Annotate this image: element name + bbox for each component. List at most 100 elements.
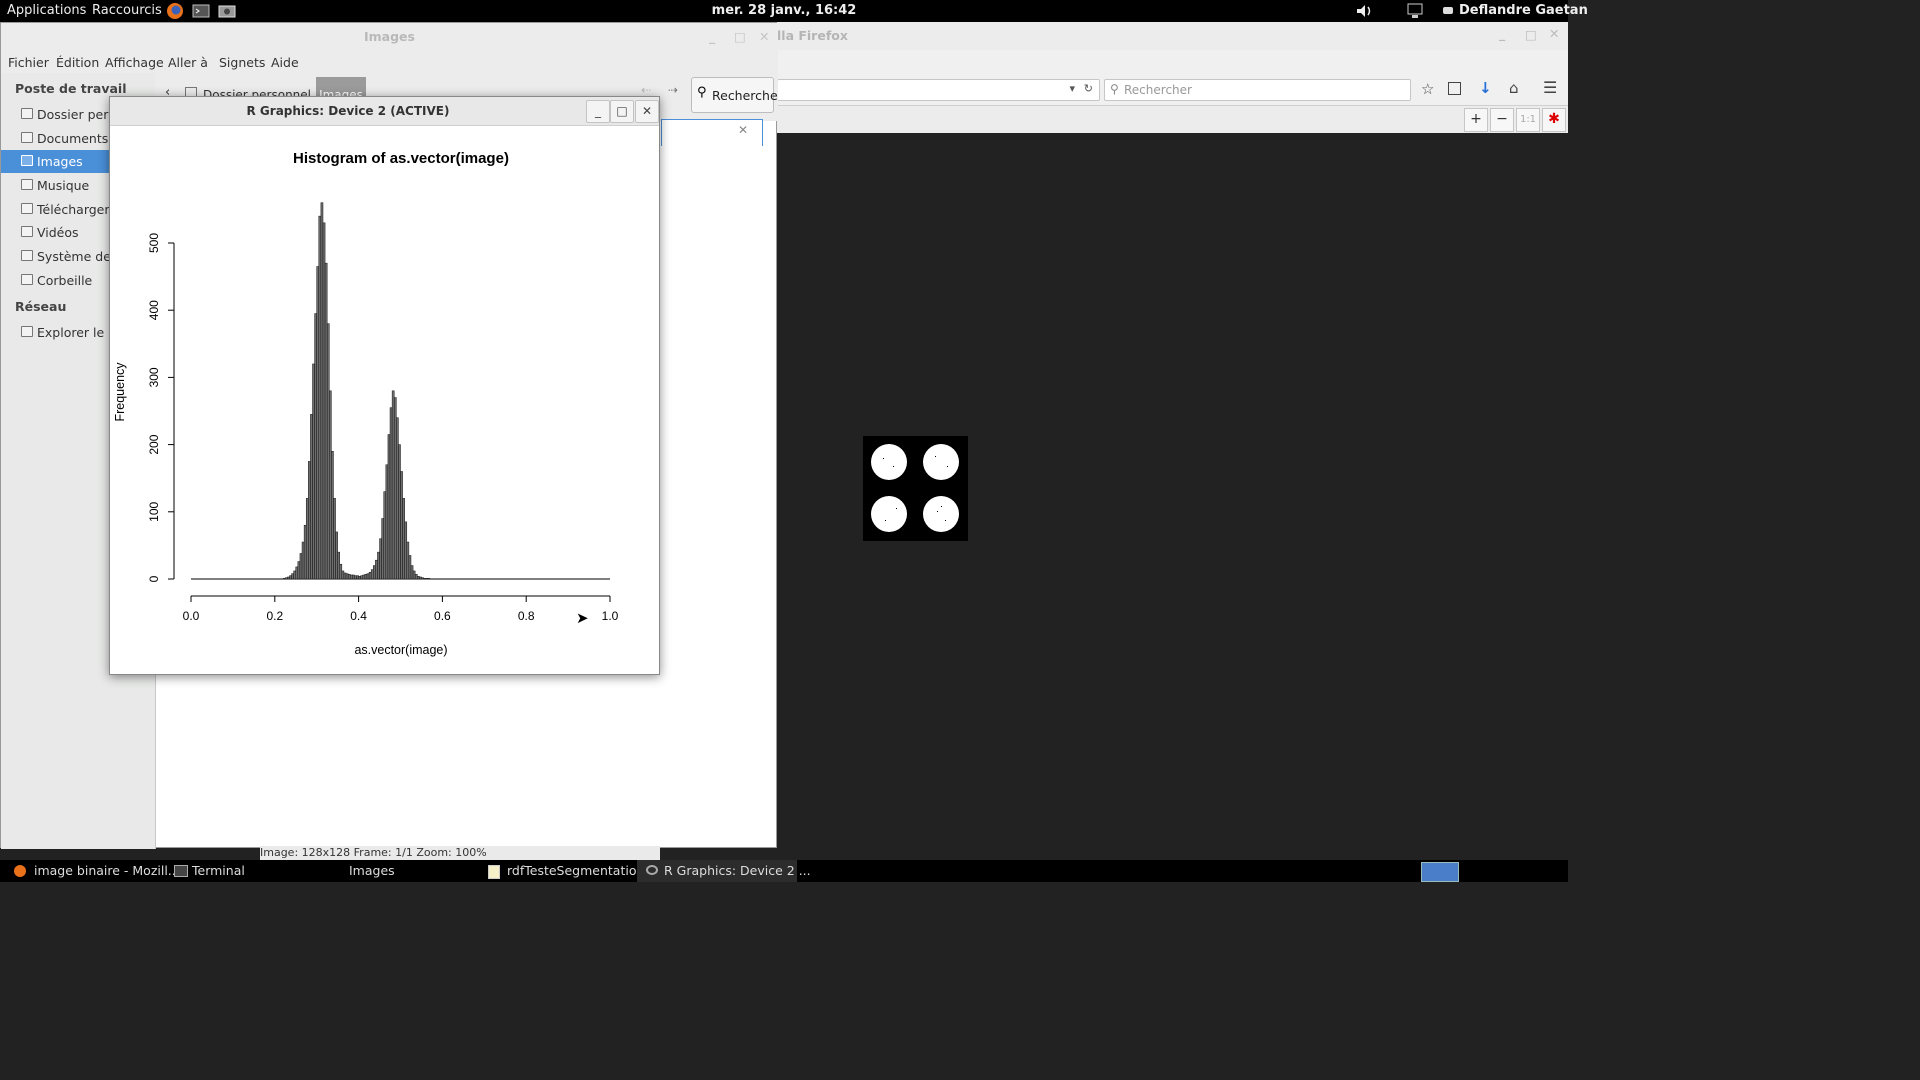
task-label: R Graphics: Device 2 ... — [664, 863, 811, 878]
firefox-title: lla Firefox — [777, 28, 848, 43]
histogram-bar — [335, 531, 338, 580]
home-icon[interactable]: ⌂ — [1509, 79, 1519, 97]
volume-icon[interactable] — [1355, 2, 1373, 20]
r-graphics-window: R Graphics: Device 2 (ACTIVE) _ □ ✕ Hist… — [109, 96, 660, 675]
histogram-bar — [314, 313, 317, 580]
terminal-icon — [174, 865, 188, 877]
sidebar-heading-network: Réseau — [15, 299, 67, 314]
task-r-graphics[interactable]: R Graphics: Device 2 ... — [637, 860, 811, 882]
histogram-bar — [291, 573, 294, 580]
close-tab-icon[interactable]: ✕ — [738, 123, 748, 137]
menu-signets[interactable]: Signets — [219, 55, 265, 70]
chevron-down-icon[interactable]: ▾ — [1069, 82, 1075, 95]
tab-images[interactable]: ✕ — [661, 119, 763, 146]
histogram-bar — [303, 524, 307, 580]
histogram-bar — [331, 451, 334, 580]
close-icon[interactable]: ✕ — [1549, 26, 1559, 41]
histogram-bar — [427, 578, 431, 580]
reading-list-icon[interactable] — [1448, 82, 1461, 95]
histogram-bar — [287, 576, 290, 580]
x-tick-label: 0.4 — [350, 609, 367, 623]
folder-icon — [21, 155, 33, 166]
histogram-bar — [324, 262, 328, 580]
sidebar-item-label: Vidéos — [37, 225, 79, 240]
histogram-bar — [310, 414, 313, 580]
workspace-switcher[interactable] — [1421, 862, 1459, 882]
histogram-bar — [389, 407, 393, 580]
trash-icon — [21, 274, 33, 285]
y-axis-label: Frequency — [113, 362, 127, 422]
histogram-bar — [408, 555, 412, 580]
menu-affichage[interactable]: Affichage — [105, 55, 164, 70]
histogram-bar — [425, 578, 428, 580]
zoom-in-button[interactable]: + — [1464, 108, 1488, 132]
firefox-toolbar: ▾ ↻ ⚲ Rechercher ☆ ↓ ⌂ ☰ — [777, 50, 1568, 106]
minimize-icon[interactable]: _ — [709, 23, 715, 51]
bookmark-star-icon[interactable]: ☆ — [1421, 80, 1434, 98]
sidebar-item-label: Musique — [37, 178, 90, 193]
zoom-out-button[interactable]: − — [1490, 108, 1514, 132]
menu-edition[interactable]: Édition — [56, 55, 99, 70]
sidebar-heading-computer: Poste de travail — [15, 81, 127, 96]
histogram-bar — [396, 417, 399, 580]
mouse-cursor-icon: ➤ — [576, 609, 589, 627]
task-label: image binaire - Mozill... — [34, 863, 180, 878]
menu-aide[interactable]: Aide — [271, 55, 299, 70]
histogram-bar — [301, 541, 305, 580]
histogram-bar — [333, 498, 336, 580]
search-icon: ⚲ — [697, 85, 707, 100]
histogram-bar — [406, 541, 410, 580]
histogram-bar — [358, 576, 361, 580]
sidebar-item-label: Images — [37, 154, 83, 169]
reload-icon[interactable]: ↻ — [1084, 82, 1093, 95]
r-window-titlebar[interactable]: R Graphics: Device 2 (ACTIVE) _ □ ✕ — [110, 97, 659, 126]
task-text-editor[interactable]: rdfTesteSegmentatio... — [479, 860, 648, 882]
chart-title: Histogram of as.vector(image) — [293, 150, 509, 167]
histogram-bar — [326, 323, 330, 580]
search-input[interactable]: ⚲ Rechercher — [1104, 79, 1411, 101]
menu-icon[interactable]: ☰ — [1543, 78, 1557, 97]
y-tick-label: 100 — [147, 501, 161, 521]
zoom-reset-button[interactable]: 1:1 — [1516, 108, 1540, 132]
maximize-icon[interactable]: □ — [734, 23, 746, 51]
histogram-bar — [282, 578, 286, 580]
folder-icon — [21, 179, 33, 190]
minimize-icon[interactable]: _ — [1499, 26, 1505, 41]
search-button[interactable]: ⚲ Recherche — [691, 77, 778, 113]
close-image-button[interactable]: ✱ — [1542, 108, 1566, 132]
histogram-bar — [354, 575, 357, 580]
maximize-button[interactable]: □ — [610, 100, 634, 123]
histogram-bar — [320, 202, 324, 580]
image-zoom-bar: + − 1:1 ✱ — [777, 106, 1568, 133]
text-editor-icon — [488, 865, 500, 879]
user-name[interactable]: Deflandre Gaetan — [1459, 3, 1588, 18]
maximize-icon[interactable]: □ — [1525, 27, 1537, 42]
histogram-bar — [305, 498, 309, 580]
histogram-bars — [191, 202, 610, 580]
menu-bar: Fichier Édition Affichage Aller à Signet… — [1, 51, 778, 73]
histogram-bar — [364, 574, 368, 580]
network-icon[interactable] — [1406, 2, 1424, 20]
url-bar[interactable]: ▾ ↻ — [777, 79, 1100, 101]
task-firefox[interactable]: image binaire - Mozill... — [0, 860, 180, 882]
task-terminal[interactable]: Terminal — [166, 860, 323, 882]
minimize-button[interactable]: _ — [586, 100, 610, 123]
task-label: Images — [349, 863, 395, 878]
histogram-bar — [347, 574, 351, 580]
histogram-bar — [356, 575, 359, 580]
menu-aller-a[interactable]: Aller à — [168, 55, 208, 70]
firefox-icon — [14, 865, 26, 877]
menu-fichier[interactable]: Fichier — [8, 55, 49, 70]
histogram-bar — [337, 551, 340, 580]
clock[interactable]: mer. 28 janv., 16:42 — [0, 3, 1568, 18]
previous-icon[interactable]: ⇠ — [641, 83, 651, 97]
histogram-bar — [360, 575, 364, 580]
next-icon[interactable]: ⇢ — [668, 83, 678, 97]
histogram-bar — [375, 559, 378, 580]
histogram-bar — [419, 576, 422, 580]
y-tick-label: 200 — [147, 434, 161, 454]
close-icon[interactable]: ✕ — [759, 23, 769, 51]
close-button[interactable]: ✕ — [635, 100, 659, 123]
task-images[interactable]: Images — [323, 860, 479, 882]
download-icon[interactable]: ↓ — [1479, 79, 1492, 97]
